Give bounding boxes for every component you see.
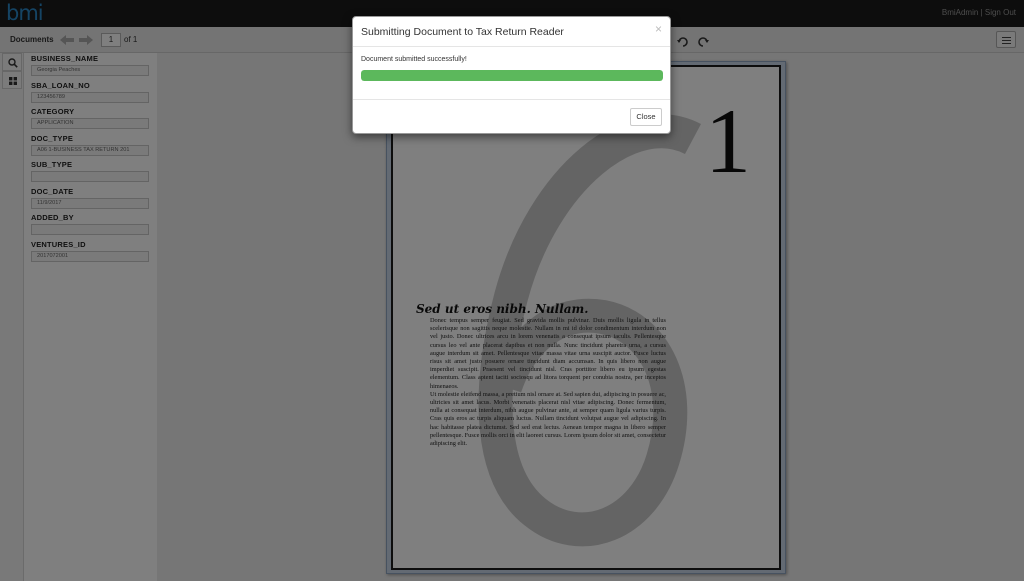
close-icon[interactable]: × bbox=[655, 23, 662, 35]
progress-bar bbox=[361, 70, 663, 81]
dialog-footer: Close bbox=[353, 101, 670, 133]
dialog-body: Document submitted successfully! bbox=[353, 48, 670, 100]
status-message: Document submitted successfully! bbox=[361, 56, 467, 63]
close-button[interactable]: Close bbox=[630, 108, 662, 126]
submit-dialog: Submitting Document to Tax Return Reader… bbox=[352, 16, 671, 134]
progress-bar-fill bbox=[361, 70, 663, 81]
dialog-title: Submitting Document to Tax Return Reader bbox=[361, 26, 564, 38]
dialog-header: Submitting Document to Tax Return Reader… bbox=[353, 17, 670, 47]
